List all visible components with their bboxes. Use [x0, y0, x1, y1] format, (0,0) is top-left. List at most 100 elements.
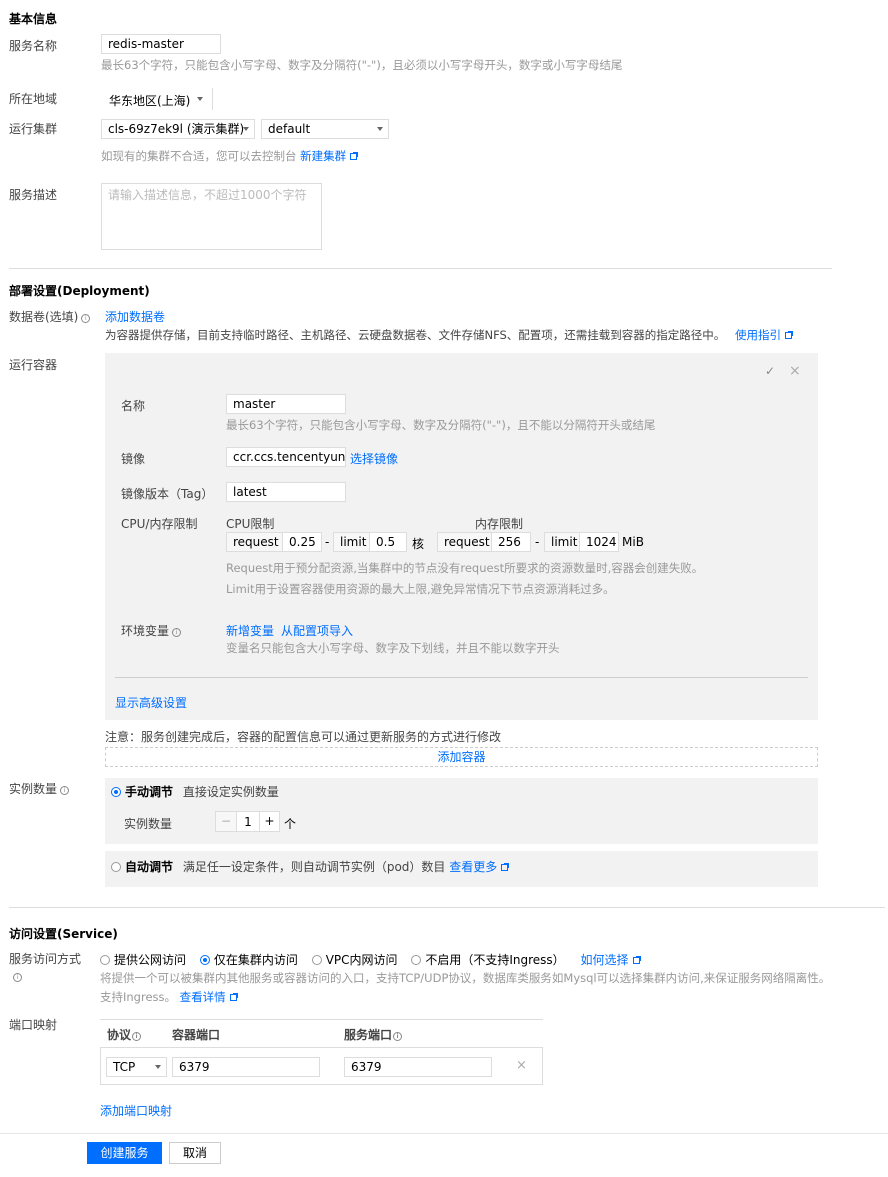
service-name-label: 服务名称	[9, 39, 58, 53]
volume-hint: 为容器提供存储，目前支持临时路径、主机路径、云硬盘数据卷、文件存储NFS、配置项…	[105, 327, 793, 343]
option-disabled-label: 不启用（不支持Ingress）	[425, 953, 565, 967]
create-service-button[interactable]: 创建服务	[87, 1142, 162, 1164]
more-link[interactable]: 查看更多	[449, 860, 497, 874]
container-name-input[interactable]: master	[226, 394, 346, 414]
mem-limit-label: 内存限制	[475, 517, 524, 531]
cpu-unit: 核	[412, 537, 425, 551]
service-name-input[interactable]: redis-master	[101, 34, 221, 54]
tag-input[interactable]: latest	[226, 482, 346, 502]
auto-label: 自动调节	[125, 860, 174, 874]
region-value: 华东地区(上海)	[109, 94, 191, 108]
new-cluster-link[interactable]: 新建集群	[300, 149, 346, 163]
divider	[0, 1133, 888, 1134]
port-mapping-label: 端口映射	[9, 1018, 58, 1032]
import-env-link[interactable]: 从配置项导入	[281, 622, 353, 639]
protocol-select[interactable]: TCP	[106, 1057, 167, 1077]
service-port-input[interactable]: 6379	[344, 1057, 492, 1077]
add-container-link[interactable]: 添加容器	[437, 750, 485, 764]
manual-label: 手动调节	[125, 785, 174, 799]
auto-option[interactable]: 自动调节 满足任一设定条件，则自动调节实例（pod）数目 查看更多	[111, 858, 510, 875]
volume-label-text: 数据卷(选填)	[9, 310, 79, 324]
plus-button[interactable]: +	[259, 812, 279, 831]
advanced-settings-link[interactable]: 显示高级设置	[115, 694, 187, 711]
info-icon: i	[393, 1032, 403, 1041]
how-to-choose-link[interactable]: 如何选择	[581, 953, 629, 967]
add-volume-link[interactable]: 添加数据卷	[105, 308, 165, 325]
info-icon: i	[60, 786, 70, 795]
namespace-select[interactable]: default	[261, 119, 389, 139]
col-protocol: 协议 i	[107, 1026, 142, 1043]
access-hint: 将提供一个可以被集群内其他服务或容器访问的入口，支持TCP/UDP协议，数据库类…	[100, 969, 880, 1007]
info-icon: i	[13, 973, 22, 982]
limit-hint: Limit用于设置容器使用资源的最大上限,避免异常情况下节点资源消耗过多。	[226, 582, 615, 596]
region-select[interactable]: 华东地区(上海)	[101, 88, 213, 110]
radio-unchecked-icon[interactable]	[100, 955, 110, 965]
env-label: 环境变量 i	[121, 622, 182, 639]
access-options: 提供公网访问 仅在集群内访问 VPC内网访问 不启用（不支持Ingress） 如…	[100, 951, 641, 968]
chevron-down-icon	[243, 127, 249, 131]
section-title-basic: 基本信息	[9, 12, 58, 26]
notice-text: 注意：服务创建完成后，容器的配置信息可以通过更新服务的方式进行修改	[105, 730, 502, 744]
instance-count-input[interactable]: 1	[237, 812, 259, 831]
access-hint-line2: 支持Ingress。	[100, 990, 177, 1004]
cpu-request-addon: request	[226, 532, 283, 552]
info-icon: i	[172, 628, 182, 637]
mem-limit-addon: limit	[544, 532, 580, 552]
remove-port-icon[interactable]: ×	[516, 1058, 527, 1073]
cluster-value: cls-69z7ek9l (演示集群)	[108, 122, 245, 136]
mem-request-input[interactable]: 256	[491, 532, 531, 552]
cpu-request-input[interactable]: 0.25	[282, 532, 322, 552]
cancel-button[interactable]: 取消	[169, 1142, 221, 1164]
tag-label: 镜像版本（Tag）	[121, 487, 214, 501]
option-disabled[interactable]: 不启用（不支持Ingress）	[411, 953, 565, 967]
chevron-down-icon	[377, 127, 383, 131]
option-vpc[interactable]: VPC内网访问	[311, 953, 398, 967]
mem-limit-input[interactable]: 1024	[579, 532, 619, 552]
section-title-service: 访问设置(Service)	[9, 927, 118, 941]
cluster-select[interactable]: cls-69z7ek9l (演示集群)	[101, 119, 255, 139]
container-port-input[interactable]: 6379	[172, 1057, 320, 1077]
access-label-text: 服务访问方式	[9, 952, 82, 966]
view-detail-link[interactable]: 查看详情	[180, 990, 226, 1004]
guide-link[interactable]: 使用指引	[735, 328, 781, 342]
description-textarea[interactable]: 请输入描述信息，不超过1000个字符	[101, 183, 322, 250]
cpu-limit-input[interactable]: 0.5	[369, 532, 407, 552]
add-env-link[interactable]: 新增变量	[226, 622, 274, 639]
cpu-dash: -	[325, 535, 330, 549]
mem-request-addon: request	[437, 532, 492, 552]
access-label: 服务访问方式 i	[9, 951, 81, 985]
option-cluster[interactable]: 仅在集群内访问	[199, 953, 298, 967]
external-link-icon	[501, 863, 510, 871]
image-input[interactable]: ccr.ccs.tencentyun.c	[226, 447, 346, 467]
radio-unchecked-icon[interactable]	[111, 862, 121, 872]
image-label: 镜像	[121, 452, 146, 466]
radio-checked-icon[interactable]	[199, 955, 210, 965]
radio-unchecked-icon[interactable]	[411, 955, 422, 965]
minus-button[interactable]: −	[216, 812, 237, 831]
cluster-hint-text: 如现有的集群不合适，您可以去控制台	[101, 149, 297, 163]
select-image-link[interactable]: 选择镜像	[350, 450, 398, 467]
option-vpc-label: VPC内网访问	[325, 953, 398, 967]
option-cluster-label: 仅在集群内访问	[213, 953, 298, 967]
env-hint: 变量名只能包含大小写字母、数字及下划线，并且不能以数字开头	[226, 641, 560, 655]
radio-checked-icon[interactable]	[111, 787, 121, 797]
instances-label: 实例数量 i	[9, 780, 70, 797]
external-link-icon	[784, 331, 793, 339]
divider	[9, 268, 832, 269]
instance-count-stepper: − 1 +	[215, 811, 280, 832]
manual-option[interactable]: 手动调节 直接设定实例数量	[111, 783, 279, 800]
mem-unit: MiB	[622, 535, 644, 549]
add-container-button[interactable]: 添加容器	[105, 747, 818, 767]
container-label: 运行容器	[9, 358, 58, 372]
confirm-icon[interactable]: ✓	[765, 364, 775, 378]
option-public[interactable]: 提供公网访问	[100, 953, 186, 967]
option-public-label: 提供公网访问	[114, 953, 187, 967]
close-icon[interactable]: ×	[789, 363, 801, 379]
volume-label: 数据卷(选填) i	[9, 308, 91, 325]
container-name-hint: 最长63个字符，只能包含小写字母、数字及分隔符("-")，且不能以分隔符开头或结…	[226, 418, 656, 432]
service-name-hint: 最长63个字符，只能包含小写字母、数字及分隔符("-")，且必须以小写字母开头，…	[101, 58, 623, 72]
divider	[9, 907, 885, 908]
count-unit: 个	[284, 817, 297, 831]
add-port-mapping-link[interactable]: 添加端口映射	[100, 1102, 172, 1119]
radio-unchecked-icon[interactable]	[311, 955, 322, 965]
